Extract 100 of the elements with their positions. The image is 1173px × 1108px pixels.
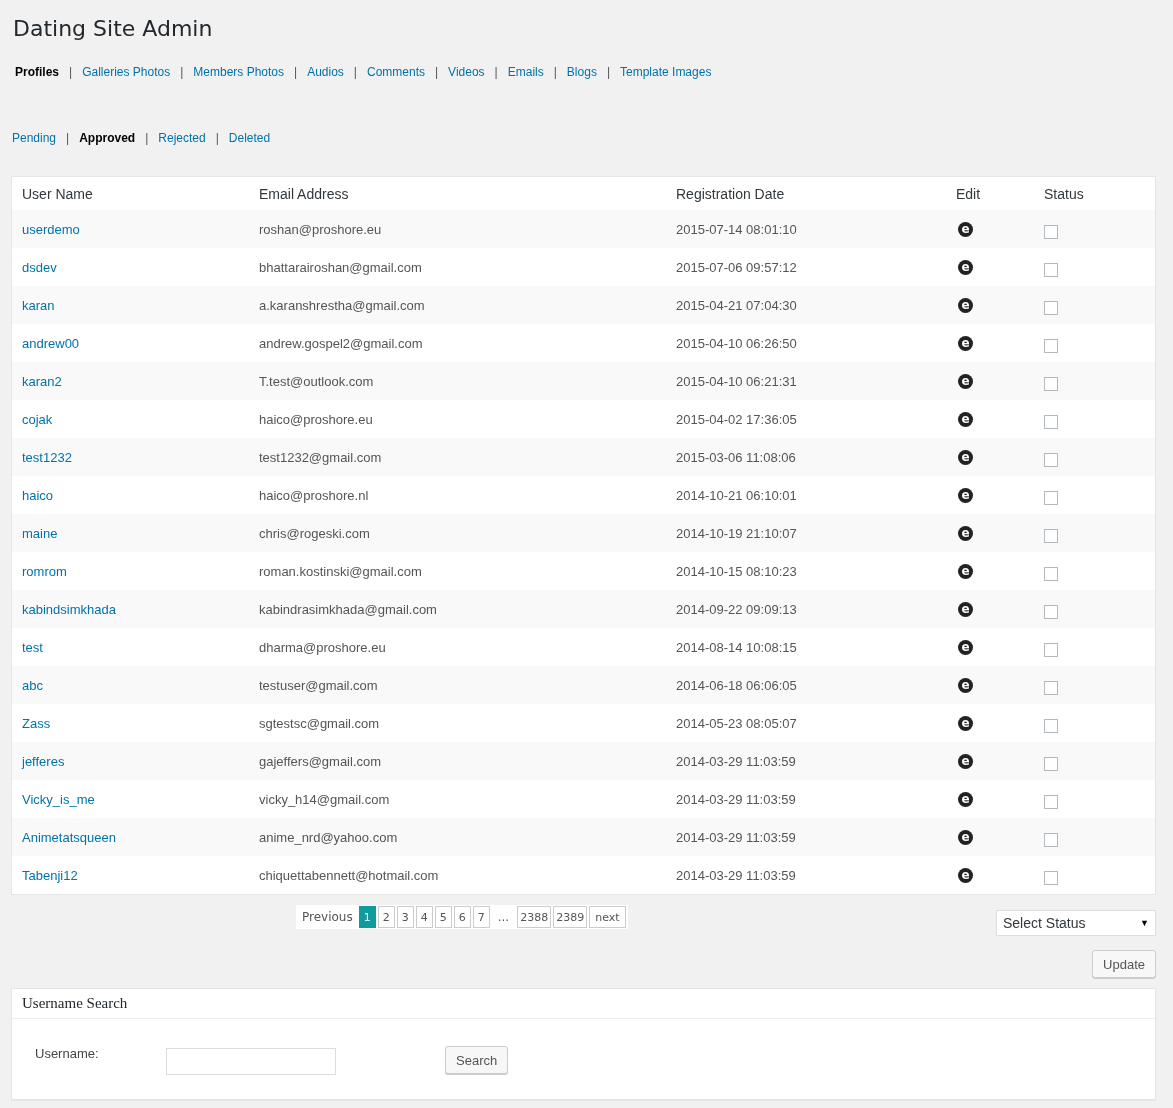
email-text: roshan@proshore.eu [259,221,382,237]
registration-date: 2014-10-15 08:10:23 [676,563,797,579]
username-link[interactable]: cojak [22,411,53,427]
page-button[interactable]: 4 [415,906,433,928]
edit-button[interactable]: e [958,412,973,428]
email-text: haico@proshore.nl [259,487,369,503]
previous-link[interactable]: Previous [296,905,359,929]
username-link[interactable]: Animetatsqueen [22,829,116,845]
status-checkbox[interactable] [1044,224,1058,239]
status-checkbox[interactable] [1044,642,1058,657]
status-checkbox[interactable] [1044,566,1058,581]
edit-button[interactable]: e [958,716,973,732]
email-text: dharma@proshore.eu [259,639,386,655]
status-filter-link[interactable]: Deleted [228,131,271,145]
edit-button[interactable]: e [958,450,973,466]
username-link[interactable]: kabindsimkhada [22,601,116,617]
edit-button[interactable]: e [958,222,973,238]
status-checkbox[interactable] [1044,338,1058,353]
edit-button[interactable]: e [958,336,973,352]
username-link[interactable]: test1232 [22,449,72,465]
nav-link[interactable]: Videos [448,65,485,79]
email-text: vicky_h14@gmail.com [259,791,390,807]
nav-link[interactable]: Comments [366,65,425,79]
nav-link[interactable]: Template Images [620,65,712,79]
email-text: anime_nrd@yahoo.com [259,829,398,845]
username-link[interactable]: test [22,639,43,655]
edit-button[interactable]: e [958,602,973,618]
username-link[interactable]: romrom [22,563,67,579]
page-button[interactable]: 2 [377,906,395,928]
status-select[interactable]: Select Status ▼ [996,910,1156,936]
username-link[interactable]: Vicky_is_me [22,791,95,807]
username-link[interactable]: karan2 [22,373,62,389]
page-button[interactable]: 2388 [517,906,552,928]
nav-link[interactable]: Members Photos [193,65,284,79]
username-link[interactable]: Tabenji12 [22,867,78,883]
email-text: bhattarairoshan@gmail.com [259,259,422,275]
username-link[interactable]: dsdev [22,259,57,275]
update-button[interactable]: Update [1092,950,1156,978]
status-checkbox[interactable] [1044,718,1058,733]
nav-separator: | [435,65,439,79]
edit-button[interactable]: e [958,298,973,314]
edit-button[interactable]: e [958,868,973,884]
nav-link[interactable]: Audios [307,65,344,79]
status-checkbox[interactable] [1044,490,1058,505]
status-checkbox[interactable] [1044,870,1058,885]
status-checkbox[interactable] [1044,832,1058,847]
page-button[interactable]: 2389 [553,906,588,928]
edit-button[interactable]: e [958,526,973,542]
status-checkbox[interactable] [1044,262,1058,277]
nav-link[interactable]: Profiles [15,65,59,79]
status-checkbox[interactable] [1044,756,1058,771]
column-header: Edit [956,185,981,202]
page-button[interactable]: 3 [396,906,414,928]
column-header: Registration Date [676,185,785,202]
nav-separator: | [606,65,610,79]
edit-button[interactable]: e [958,488,973,504]
username-link[interactable]: haico [22,487,54,503]
status-filter-link[interactable]: Pending [12,131,57,145]
nav-link[interactable]: Galleries Photos [82,65,171,79]
nav-link[interactable]: Blogs [566,65,597,79]
email-text: chris@rogeski.com [259,525,370,541]
status-checkbox[interactable] [1044,452,1058,467]
edit-button[interactable]: e [958,260,973,276]
edit-button[interactable]: e [958,374,973,390]
edit-button[interactable]: e [958,754,973,770]
status-checkbox[interactable] [1044,604,1058,619]
status-checkbox[interactable] [1044,528,1058,543]
email-text: test1232@gmail.com [259,449,382,465]
username-link[interactable]: andrew00 [22,335,80,351]
page-button[interactable]: 6 [453,906,471,928]
edit-button[interactable]: e [958,640,973,656]
status-filter-link[interactable]: Approved [79,131,136,145]
username-link[interactable]: karan [22,297,55,313]
nav-separator: | [180,65,184,79]
status-checkbox[interactable] [1044,680,1058,695]
page-button[interactable]: 5 [434,906,452,928]
username-link[interactable]: abc [22,677,43,693]
username-link[interactable]: maine [22,525,58,541]
status-checkbox[interactable] [1044,414,1058,429]
status-checkbox[interactable] [1044,376,1058,391]
edit-button[interactable]: e [958,792,973,808]
registration-date: 2015-04-21 07:04:30 [676,297,797,313]
edit-button[interactable]: e [958,564,973,580]
email-text: chiquettabennett@hotmail.com [259,867,439,883]
email-text: gajeffers@gmail.com [259,753,382,769]
username-link[interactable]: jefferes [22,753,65,769]
status-checkbox[interactable] [1044,794,1058,809]
username-link[interactable]: Zass [22,715,51,731]
status-checkbox[interactable] [1044,300,1058,315]
username-link[interactable]: userdemo [22,221,80,237]
status-filter-link[interactable]: Rejected [158,131,206,145]
next-page-button[interactable]: next [589,906,626,928]
edit-button[interactable]: e [958,678,973,694]
search-button[interactable]: Search [445,1046,509,1074]
username-input-field[interactable] [166,1048,336,1075]
nav-link[interactable]: Emails [507,65,544,79]
nav-separator: | [66,131,70,145]
page-button[interactable]: 7 [472,906,490,928]
edit-button[interactable]: e [958,830,973,846]
email-text: testuser@gmail.com [259,677,378,693]
